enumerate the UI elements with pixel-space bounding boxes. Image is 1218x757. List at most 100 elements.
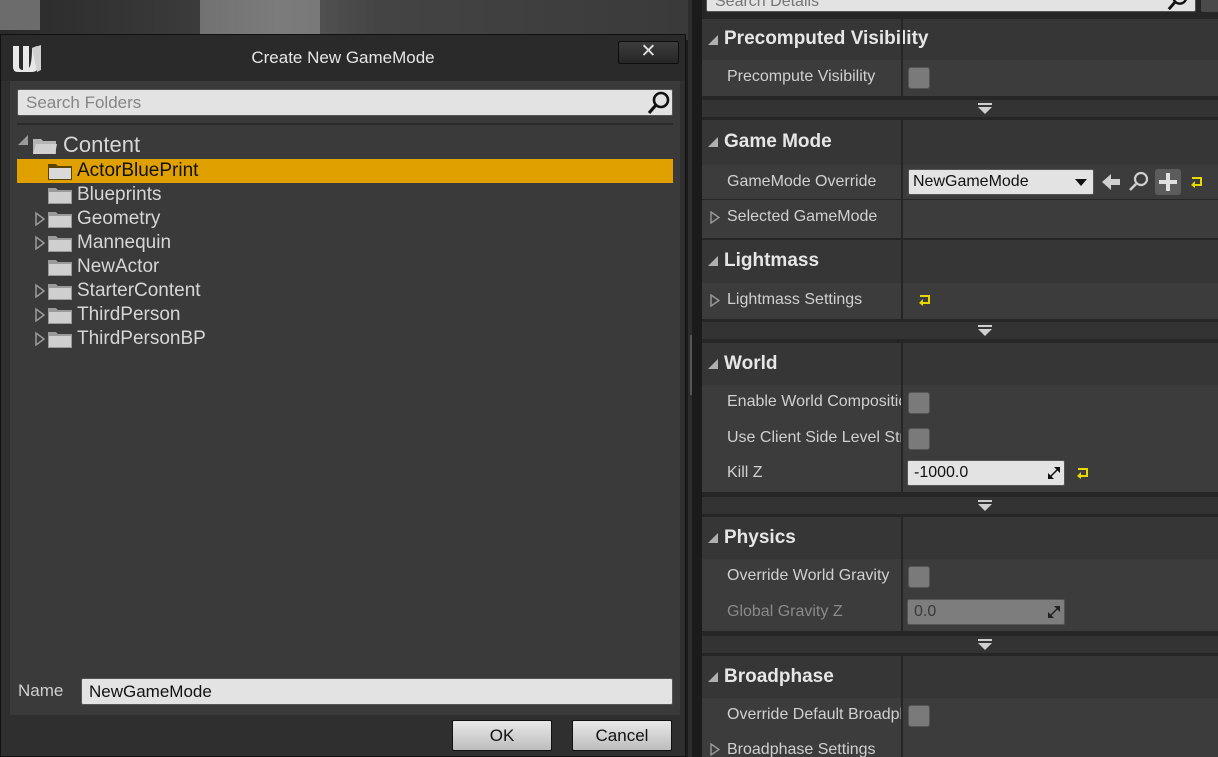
column-divider[interactable] <box>901 456 903 492</box>
tree-item-actorblueprint[interactable]: ActorBluePrint <box>17 159 673 183</box>
collapsed-triangle-icon[interactable] <box>34 308 46 322</box>
column-divider[interactable] <box>901 656 903 698</box>
property-label: Broadphase Settings <box>727 741 876 757</box>
column-divider[interactable] <box>901 343 903 385</box>
column-divider[interactable] <box>901 60 903 96</box>
name-field[interactable] <box>81 678 673 705</box>
column-divider[interactable] <box>901 200 903 238</box>
column-divider[interactable] <box>901 120 903 165</box>
use-client-side-level-streaming-checkbox[interactable] <box>908 428 930 450</box>
name-input[interactable] <box>82 679 672 704</box>
dialog-body: Content ActorBluePrint Blueprints <box>10 81 680 715</box>
search-details-box[interactable] <box>706 0 1196 12</box>
ok-button[interactable]: OK <box>452 720 552 751</box>
category-game-mode[interactable]: Game Mode <box>702 120 1218 165</box>
reset-to-default-icon[interactable] <box>1190 176 1204 188</box>
close-button[interactable]: ✕ <box>618 41 679 64</box>
advanced-expander[interactable] <box>702 322 1218 339</box>
category-precomputed-visibility[interactable]: Precomputed Visibility <box>702 19 1218 60</box>
column-divider[interactable] <box>901 240 903 283</box>
expanded-triangle-icon[interactable] <box>708 137 718 147</box>
category-broadphase[interactable]: Broadphase <box>702 656 1218 698</box>
category-world[interactable]: World <box>702 343 1218 385</box>
gamemode-override-dropdown[interactable]: NewGameMode <box>908 169 1094 195</box>
column-divider[interactable] <box>901 698 903 734</box>
expanded-triangle-icon[interactable] <box>18 135 28 145</box>
column-divider[interactable] <box>901 283 903 319</box>
tree-item-label: Blueprints <box>77 184 162 205</box>
folder-icon <box>48 236 72 252</box>
property-label: Enable World Composition <box>727 393 901 410</box>
create-gamemode-dialog: Create New GameMode ✕ Search Folders Con… <box>0 34 686 757</box>
drag-resize-icon <box>1048 606 1060 618</box>
reset-to-default-icon[interactable] <box>1076 467 1090 479</box>
collapsed-triangle-icon[interactable] <box>710 294 720 307</box>
collapsed-triangle-icon[interactable] <box>710 211 720 224</box>
column-divider[interactable] <box>901 734 903 757</box>
reset-to-default-icon[interactable] <box>918 294 932 306</box>
drag-resize-icon[interactable] <box>1047 466 1061 480</box>
property-selected-gamemode[interactable]: Selected GameMode <box>702 200 1218 238</box>
column-divider[interactable] <box>901 595 903 631</box>
chevron-down-icon[interactable] <box>978 103 992 114</box>
expanded-triangle-icon[interactable] <box>708 35 718 45</box>
add-new-icon[interactable] <box>1155 169 1181 195</box>
expanded-triangle-icon[interactable] <box>708 672 718 682</box>
use-selected-arrow-icon[interactable] <box>1098 169 1124 195</box>
cancel-button[interactable]: Cancel <box>572 720 672 751</box>
tree-item-mannequin[interactable]: Mannequin <box>17 231 673 255</box>
category-lightmass[interactable]: Lightmass <box>702 240 1218 283</box>
column-divider[interactable] <box>901 421 903 456</box>
splitter-handle[interactable] <box>690 335 692 395</box>
property-label: Selected GameMode <box>727 208 878 225</box>
search-icon[interactable] <box>1167 0 1189 11</box>
advanced-expander[interactable] <box>702 497 1218 514</box>
tree-item-newactor[interactable]: NewActor <box>17 255 673 279</box>
property-broadphase-settings[interactable]: Broadphase Settings <box>702 734 1218 757</box>
view-options-icon[interactable] <box>1201 0 1218 12</box>
column-divider[interactable] <box>901 165 903 199</box>
enable-world-composition-checkbox[interactable] <box>908 392 930 414</box>
precompute-visibility-checkbox[interactable] <box>908 67 930 89</box>
column-divider[interactable] <box>901 19 903 60</box>
chevron-down-icon[interactable] <box>978 325 992 336</box>
tree-item-geometry[interactable]: Geometry <box>17 207 673 231</box>
collapsed-triangle-icon[interactable] <box>34 284 46 298</box>
open-folder-icon <box>33 139 57 154</box>
tree-item-label: ThirdPerson <box>77 304 181 325</box>
search-folders-input[interactable] <box>18 90 638 115</box>
column-divider[interactable] <box>901 385 903 421</box>
category-physics[interactable]: Physics <box>702 517 1218 559</box>
tree-item-blueprints[interactable]: Blueprints <box>17 183 673 207</box>
folder-icon <box>48 332 72 348</box>
collapsed-triangle-icon[interactable] <box>34 236 46 250</box>
tree-item-label: ActorBluePrint <box>77 160 199 181</box>
chevron-down-icon[interactable] <box>978 639 992 650</box>
column-divider[interactable] <box>901 517 903 559</box>
search-details-input[interactable] <box>707 0 1147 11</box>
expanded-triangle-icon[interactable] <box>708 359 718 369</box>
kill-z-input[interactable]: -1000.0 <box>907 460 1065 486</box>
tree-item-content[interactable]: Content <box>17 133 673 157</box>
search-icon[interactable] <box>647 91 671 115</box>
search-folders-box[interactable] <box>17 89 673 116</box>
tree-item-thirdpersonbp[interactable]: ThirdPersonBP <box>17 327 673 351</box>
expanded-triangle-icon[interactable] <box>708 256 718 266</box>
override-world-gravity-checkbox[interactable] <box>908 566 930 588</box>
collapsed-triangle-icon[interactable] <box>710 743 720 756</box>
chevron-down-icon[interactable] <box>978 500 992 511</box>
folder-tree[interactable]: Content ActorBluePrint Blueprints Geomet… <box>17 123 673 663</box>
override-default-broadphase-checkbox[interactable] <box>908 705 930 727</box>
property-lightmass-settings[interactable]: Lightmass Settings <box>702 283 1218 319</box>
numeric-value: 0.0 <box>914 603 937 620</box>
browse-search-icon[interactable] <box>1126 169 1152 195</box>
expanded-triangle-icon[interactable] <box>708 533 718 543</box>
advanced-expander[interactable] <box>702 636 1218 653</box>
collapsed-triangle-icon[interactable] <box>34 332 46 346</box>
advanced-expander[interactable] <box>702 100 1218 117</box>
tree-item-thirdperson[interactable]: ThirdPerson <box>17 303 673 327</box>
column-divider[interactable] <box>901 559 903 595</box>
tree-item-startercontent[interactable]: StarterContent <box>17 279 673 303</box>
dialog-title-bar[interactable]: Create New GameMode ✕ <box>1 35 685 81</box>
collapsed-triangle-icon[interactable] <box>34 212 46 226</box>
